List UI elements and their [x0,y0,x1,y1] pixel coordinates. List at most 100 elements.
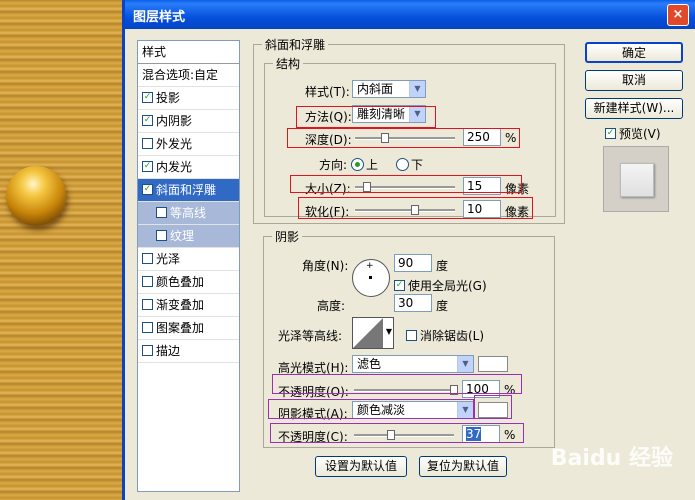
direction-up-radio[interactable]: 上 [351,156,378,173]
anti-alias-checkbox[interactable]: 消除锯齿(L) [406,327,484,344]
style-item-drop-shadow[interactable]: ✓ 投影 [138,87,239,110]
checkbox-drop-shadow[interactable]: ✓ [142,92,153,103]
checkbox-gradient-overlay[interactable] [142,299,153,310]
checkbox-texture[interactable] [156,230,167,241]
highlight-box-depth [287,128,520,148]
styles-list: 样式 混合选项:自定 ✓ 投影 ✓ 内阴影 外发光 ✓ 内发光 ✓ 斜面和浮雕 等高线 … [137,40,240,492]
highlight-box-shadow-opacity [270,423,524,443]
anti-alias-label: 消除锯齿(L) [420,329,485,343]
radio-down-icon [396,158,409,171]
highlight-box-shadow-color [474,395,512,419]
chevron-down-icon: ▼ [385,327,392,336]
style-item-label: 内发光 [156,160,193,174]
close-button[interactable]: × [667,4,689,26]
reset-default-button[interactable]: 复位为默认值 [419,456,507,477]
style-item-contour[interactable]: 等高线 [138,202,239,225]
style-item-pattern-overlay[interactable]: 图案叠加 [138,317,239,340]
style-select-value: 内斜面 [357,82,394,96]
altitude-input[interactable]: 30 [394,294,432,312]
chevron-down-icon: ▼ [409,81,425,97]
gloss-contour-picker[interactable]: ▼ [352,317,394,349]
styles-header[interactable]: 样式 [138,41,239,64]
dial-center-icon [369,276,372,279]
direction-up-label: 上 [366,158,379,172]
checkbox-global-light: ✓ [394,280,405,291]
direction-down-radio[interactable]: 下 [396,156,423,173]
direction-down-label: 下 [411,158,424,172]
preview-thumbnail [603,146,669,212]
style-item-label: 内阴影 [156,114,193,128]
bevel-emboss-title: 斜面和浮雕 [262,36,329,53]
style-item-label: 等高线 [170,206,207,220]
style-item-gradient-overlay[interactable]: 渐变叠加 [138,294,239,317]
style-item-color-overlay[interactable]: 颜色叠加 [138,271,239,294]
style-item-label: 外发光 [156,137,193,151]
preview-label: 预览(V) [619,127,661,141]
style-item-inner-shadow[interactable]: ✓ 内阴影 [138,110,239,133]
chevron-down-icon: ▼ [457,356,473,372]
style-item-label: 混合选项:自定 [142,68,219,82]
style-item-label: 斜面和浮雕 [156,183,217,197]
style-item-stroke[interactable]: 描边 [138,340,239,363]
watermark: Baidu 经验 [550,446,673,471]
style-item-texture[interactable]: 纹理 [138,225,239,248]
checkbox-contour[interactable] [156,207,167,218]
shading-title: 阴影 [272,228,303,245]
checkbox-preview: ✓ [605,128,616,139]
altitude-unit: 度 [436,299,449,313]
highlight-box-technique [296,106,436,128]
gloss-contour-label: 光泽等高线: [278,329,343,343]
highlight-box-shadow-mode [268,399,474,419]
style-item-bevel-emboss[interactable]: ✓ 斜面和浮雕 [138,179,239,202]
structure-title: 结构 [273,55,304,72]
style-item-label: 光泽 [156,252,181,266]
direction-label: 方向: [319,158,348,172]
contour-preview-icon [353,318,383,348]
dialog-title: 图层样式 [133,10,186,25]
altitude-label: 高度: [317,299,346,313]
checkbox-bevel-emboss[interactable]: ✓ [142,184,153,195]
highlight-mode-select[interactable]: 滤色 ▼ [352,355,474,373]
global-light-label: 使用全局光(G) [408,279,487,293]
highlight-box-highlight-opacity [272,374,522,394]
checkbox-anti-alias [406,330,417,341]
highlight-box-size [290,175,522,193]
checkbox-outer-glow[interactable] [142,138,153,149]
checkbox-inner-glow[interactable]: ✓ [142,161,153,172]
style-item-blending-options[interactable]: 混合选项:自定 [138,64,239,87]
ok-button[interactable]: 确定 [585,42,683,63]
style-label: 样式(T): [305,85,350,99]
checkbox-pattern-overlay[interactable] [142,322,153,333]
cancel-button[interactable]: 取消 [585,70,683,91]
radio-up-icon [351,158,364,171]
style-item-label: 纹理 [170,229,195,243]
glass-sphere-preview [6,166,66,226]
style-item-satin[interactable]: 光泽 [138,248,239,271]
checkbox-stroke[interactable] [142,345,153,356]
highlight-mode-value: 滤色 [357,357,382,371]
title-bar[interactable]: 图层样式 × [125,0,695,29]
angle-label: 角度(N): [302,259,349,273]
checkbox-satin[interactable] [142,253,153,264]
style-item-label: 投影 [156,91,181,105]
highlight-color-swatch[interactable] [478,356,508,372]
style-item-label: 渐变叠加 [156,298,205,312]
checkbox-inner-shadow[interactable]: ✓ [142,115,153,126]
checkbox-color-overlay[interactable] [142,276,153,287]
highlight-box-soften [298,197,533,219]
crosshair-icon: + [366,261,374,271]
set-default-button[interactable]: 设置为默认值 [315,456,407,477]
preview-square [620,163,654,197]
style-select[interactable]: 内斜面 ▼ [352,80,426,98]
global-light-checkbox[interactable]: ✓ 使用全局光(G) [394,277,487,294]
style-item-inner-glow[interactable]: ✓ 内发光 [138,156,239,179]
angle-unit: 度 [436,259,449,273]
style-item-outer-glow[interactable]: 外发光 [138,133,239,156]
new-style-button[interactable]: 新建样式(W)... [585,98,683,119]
style-item-label: 图案叠加 [156,321,205,335]
style-item-label: 颜色叠加 [156,275,205,289]
angle-input[interactable]: 90 [394,254,432,272]
preview-checkbox[interactable]: ✓ 预览(V) [605,125,661,142]
angle-dial[interactable]: + [352,259,390,297]
style-item-label: 描边 [156,344,181,358]
